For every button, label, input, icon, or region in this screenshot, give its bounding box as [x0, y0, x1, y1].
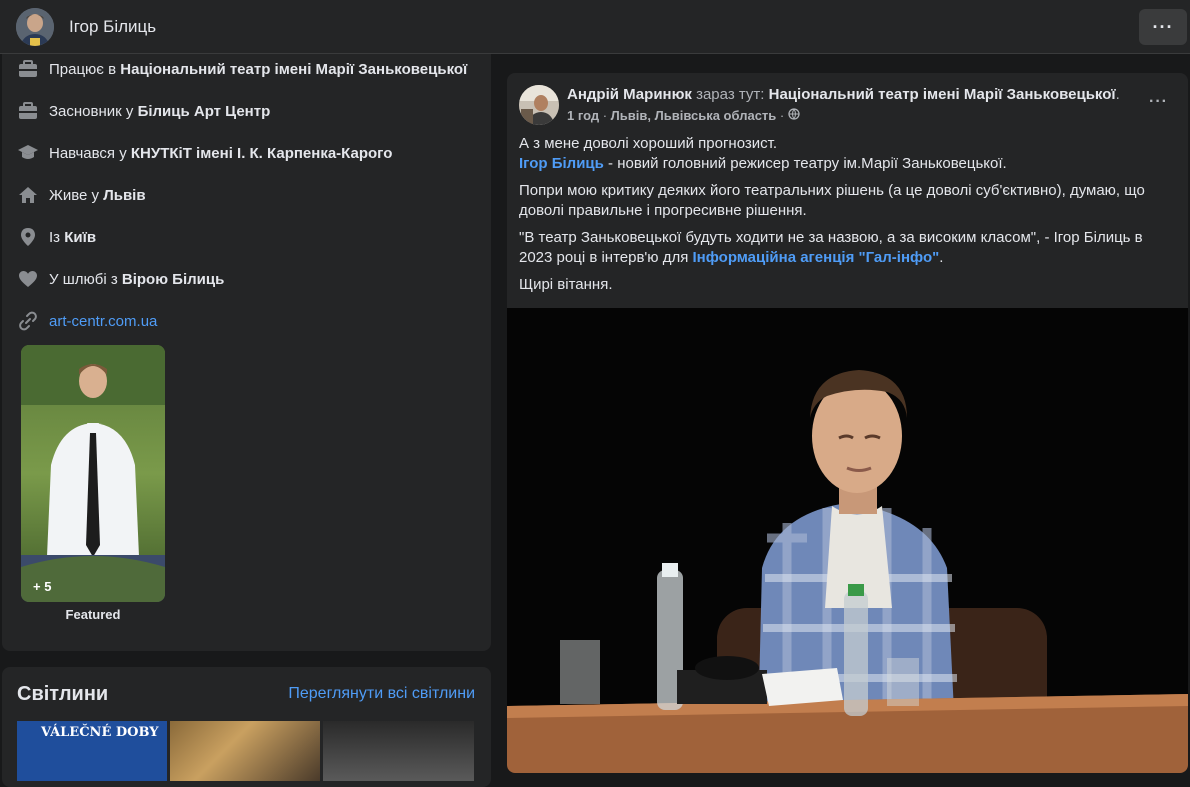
see-all-photos-link[interactable]: Переглянути всі світлини	[288, 685, 475, 703]
feed-post: Андрій Маринюк зараз тут: Національний т…	[507, 73, 1188, 773]
photo-thumbnail-text: VÁLEČNÉ DOBY	[41, 725, 159, 740]
globe-icon[interactable]	[788, 108, 800, 123]
intro-item-from: Із Київ	[17, 225, 96, 249]
intro-item-prefix: У шлюбі з	[49, 270, 118, 288]
more-icon: ···	[1152, 16, 1174, 37]
intro-item-education: Навчався у КНУТКіТ імені І. К. Карпенка-…	[17, 141, 392, 165]
intro-item-prefix: Живе у	[49, 186, 100, 204]
intro-from-link[interactable]: Київ	[64, 229, 96, 246]
post-photo[interactable]	[507, 308, 1188, 773]
post-mention-link[interactable]: Ігор Білиць	[519, 155, 604, 172]
intro-item-website: art-centr.com.ua	[17, 309, 157, 333]
post-time-link[interactable]: 1 год	[567, 108, 599, 123]
intro-item-work: Працює в Національний театр імені Марії …	[17, 57, 467, 81]
intro-spouse-link[interactable]: Вірою Білиць	[122, 271, 224, 288]
intro-item-lives: Живе у Львів	[17, 183, 146, 207]
link-icon	[17, 310, 39, 332]
post-action-text: зараз тут:	[691, 86, 769, 103]
post-paragraph: А з мене доволі хороший прогнозист. Ігор…	[519, 134, 1179, 174]
heart-icon	[17, 268, 39, 290]
photo-thumbnail[interactable]	[323, 721, 474, 781]
post-meta: 1 год · Львів, Львівська область ·	[567, 108, 800, 123]
briefcase-icon	[17, 100, 39, 122]
post-text-line: .	[939, 249, 944, 266]
intro-item-prefix: Працює в	[49, 60, 117, 78]
post-author-avatar[interactable]	[519, 85, 559, 125]
photos-card: Світлини Переглянути всі світлини VÁLEČN…	[2, 667, 491, 787]
post-source-link[interactable]: Інформаційна агенція "Гал-інфо"	[693, 249, 940, 266]
photo-thumbnail[interactable]: VÁLEČNÉ DOBY	[17, 721, 167, 781]
featured-count: + 5	[33, 579, 52, 594]
photo-thumbnail[interactable]	[170, 721, 320, 781]
briefcase-icon	[17, 58, 39, 80]
location-pin-icon	[17, 226, 39, 248]
post-paragraph: Попри мою критику деяких його театральни…	[519, 182, 1145, 219]
post-author-name[interactable]: Андрій Маринюк	[567, 86, 692, 103]
meta-separator: ·	[599, 108, 611, 123]
intro-item-founder: Засновник у Білиць Арт Центр	[17, 99, 270, 123]
profile-name: Ігор Білиць	[69, 17, 157, 36]
photos-title: Світлини	[17, 683, 109, 705]
post-text-line: - новий головний режисер театру ім.Марії…	[603, 155, 1007, 172]
more-options-button[interactable]: ···	[1139, 9, 1187, 45]
post-text: А з мене доволі хороший прогнозист. Ігор…	[519, 134, 1179, 302]
post-paragraph: Щирі вітання.	[519, 276, 613, 293]
post-location-link[interactable]: Львів, Львівська область	[611, 108, 777, 123]
intro-item-prefix: Засновник у	[49, 102, 134, 120]
featured-collection[interactable]: + 5	[21, 345, 165, 602]
post-place-link[interactable]: Національний театр імені Марії Заньковец…	[769, 86, 1116, 103]
intro-card: Працює в Національний театр імені Марії …	[2, 54, 491, 651]
website-link[interactable]: art-centr.com.ua	[49, 313, 157, 330]
intro-founder-link[interactable]: Білиць Арт Центр	[138, 103, 271, 120]
meta-separator: ·	[776, 108, 788, 123]
profile-avatar[interactable]	[16, 8, 54, 46]
intro-item-married: У шлюбі з Вірою Білиць	[17, 267, 224, 291]
graduation-cap-icon	[17, 142, 39, 164]
intro-lives-link[interactable]: Львів	[103, 187, 145, 204]
intro-item-prefix: Із	[49, 228, 61, 246]
more-icon: ···	[1149, 93, 1168, 110]
post-paragraph: "В театр Заньковецької будуть ходити не …	[519, 228, 1179, 268]
intro-item-prefix: Навчався у	[49, 144, 127, 162]
intro-work-link[interactable]: Національний театр імені Марії Заньковец…	[120, 61, 467, 78]
intro-education-link[interactable]: КНУТКіТ імені І. К. Карпенка-Карого	[131, 145, 393, 162]
featured-label: Featured	[65, 607, 121, 622]
post-header: Андрій Маринюк зараз тут: Національний т…	[567, 86, 1120, 103]
home-icon	[17, 184, 39, 206]
post-options-button[interactable]: ···	[1149, 93, 1168, 111]
post-text-line: А з мене доволі хороший прогнозист.	[519, 135, 778, 152]
post-place-suffix: .	[1115, 86, 1120, 103]
profile-header-bar: Ігор Білиць ···	[0, 0, 1190, 54]
